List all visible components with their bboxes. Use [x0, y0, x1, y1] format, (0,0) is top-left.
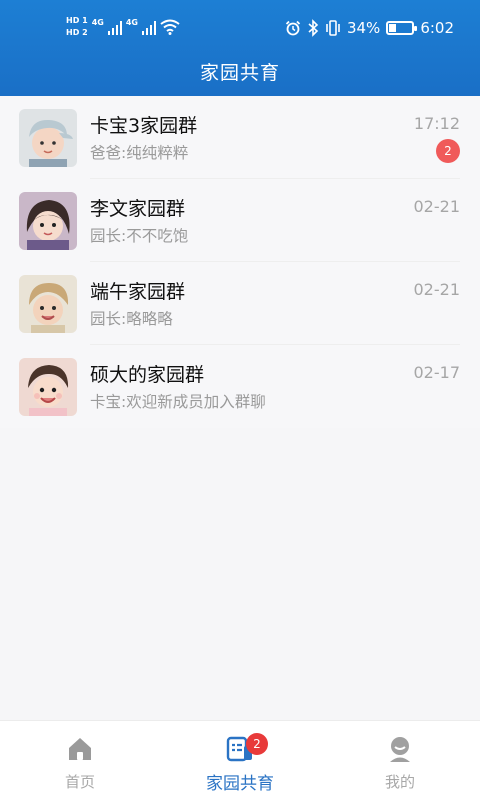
- hd-indicators: HD 1 HD 2: [66, 16, 88, 38]
- battery-icon: [386, 21, 418, 35]
- chat-name: 李文家园群: [90, 198, 186, 220]
- chat-time: 02-21: [413, 280, 461, 299]
- chat-name: 卡宝3家园群: [90, 115, 198, 137]
- status-bar: HD 1 HD 2 4G 4G 34% 6:02: [0, 0, 480, 56]
- tab-home-school[interactable]: 2 家园共育: [160, 721, 320, 800]
- clock: 6:02: [420, 19, 454, 37]
- chat-row[interactable]: 李文家园群 园长:不不吃饱 02-21: [0, 179, 480, 262]
- status-right: 34% 6:02: [285, 14, 454, 42]
- chat-last-message: 卡宝:欢迎新成员加入群聊: [90, 393, 266, 411]
- hd1-label: HD 1: [66, 16, 88, 25]
- chat-name: 硕大的家园群: [90, 364, 205, 386]
- chat-row[interactable]: 端午家园群 园长:略略略 02-21: [0, 262, 480, 345]
- avatar: [19, 275, 77, 333]
- hd2-label: HD 2: [66, 28, 88, 37]
- chat-row[interactable]: 卡宝3家园群 爸爸:纯纯粹粹 17:12 2: [0, 96, 480, 179]
- alarm-icon: [285, 20, 301, 36]
- tab-badge: 2: [246, 733, 268, 755]
- tab-label: 我的: [384, 773, 415, 791]
- avatar: [19, 109, 77, 167]
- chat-time: 02-17: [413, 363, 461, 382]
- tab-label: 家园共育: [206, 774, 274, 794]
- page-title: 家园共育: [199, 62, 280, 84]
- chat-time: 02-21: [413, 197, 461, 216]
- app-header: HD 1 HD 2 4G 4G 34% 6:02 家园共育: [0, 0, 480, 96]
- vibrate-icon: [326, 20, 340, 36]
- chat-last-message: 园长:略略略: [90, 310, 173, 328]
- net1-label: 4G: [91, 17, 104, 27]
- tab-mine[interactable]: 我的: [320, 721, 480, 800]
- signal-icon: [107, 19, 122, 35]
- tab-home[interactable]: 首页: [0, 721, 160, 800]
- battery-percent: 34%: [346, 19, 381, 37]
- bluetooth-icon: [308, 19, 319, 37]
- chat-last-message: 爸爸:纯纯粹粹: [90, 144, 189, 162]
- avatar: [19, 358, 77, 416]
- home-icon: [69, 738, 91, 760]
- unread-badge: 2: [436, 139, 460, 163]
- chat-name: 端午家园群: [90, 281, 186, 303]
- chat-last-message: 园长:不不吃饱: [90, 227, 189, 245]
- signal-icon: [141, 19, 156, 35]
- status-left: HD 1 HD 2 4G 4G: [66, 12, 180, 42]
- chat-row[interactable]: 硕大的家园群 卡宝:欢迎新成员加入群聊 02-17: [0, 345, 480, 428]
- bottom-tab-bar: 首页 2 家园共育 我的: [0, 720, 480, 800]
- chat-time: 17:12: [413, 114, 460, 133]
- tab-label: 首页: [64, 773, 95, 791]
- avatar: [19, 192, 77, 250]
- wifi-icon: [160, 19, 180, 35]
- chat-list: 卡宝3家园群 爸爸:纯纯粹粹 17:12 2 李文家园群 园长:不不吃饱 02-…: [0, 96, 480, 428]
- net2-label: 4G: [125, 17, 138, 27]
- profile-icon: [390, 737, 410, 762]
